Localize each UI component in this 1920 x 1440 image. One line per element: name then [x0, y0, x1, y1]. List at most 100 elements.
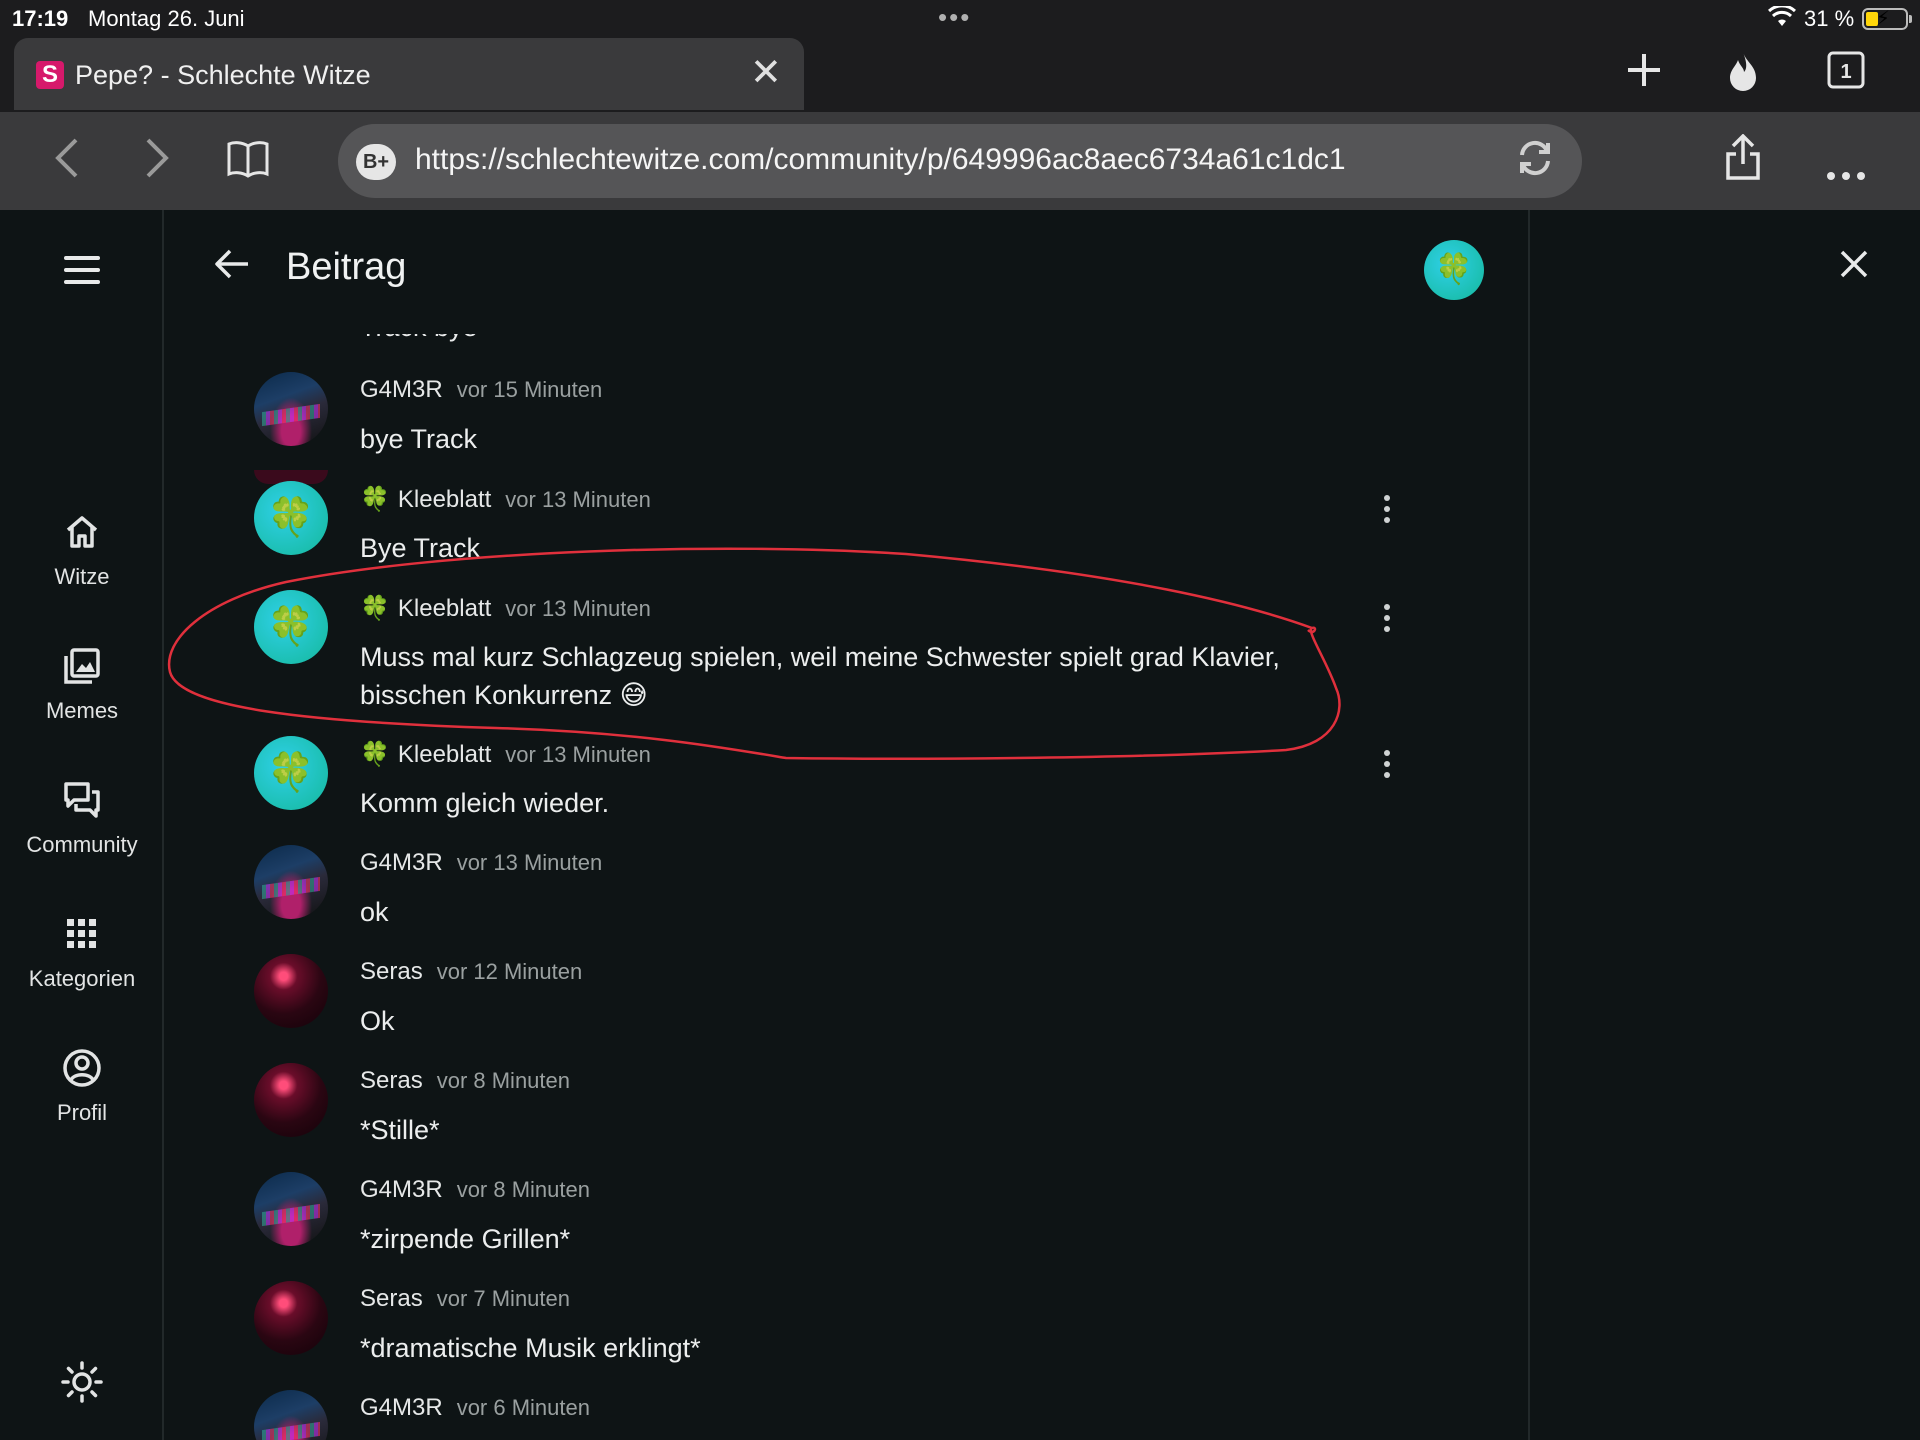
message-author[interactable]: G4M3R [360, 849, 443, 876]
flame-icon[interactable] [1724, 50, 1762, 100]
message-avatar[interactable] [254, 954, 328, 1028]
message-meta: G4M3R vor 15 Minuten [360, 376, 602, 404]
clover-icon: 🍀 [360, 595, 390, 622]
message-meta: 🍀 Kleeblatt vor 13 Minuten [360, 594, 651, 623]
more-options-icon[interactable] [1826, 146, 1866, 190]
bookmarks-book-icon[interactable] [226, 136, 270, 186]
message-author[interactable]: G4M3R [360, 1394, 443, 1421]
message-timestamp: vor 13 Minuten [505, 596, 651, 621]
theme-toggle-sun-icon[interactable] [60, 1360, 104, 1404]
message-meta: G4M3R vor 6 Minuten [360, 1394, 590, 1422]
ios-status-bar: 17:19 Montag 26. Juni ••• 31 % ⚡ [0, 0, 1920, 36]
new-tab-icon[interactable] [1624, 50, 1664, 98]
sidebar-item-community[interactable]: Community [0, 780, 164, 858]
back-arrow-icon[interactable] [214, 248, 250, 280]
multitasking-dots-icon[interactable]: ••• [938, 2, 971, 33]
message-avatar[interactable] [254, 372, 328, 446]
message-author[interactable]: G4M3R [360, 376, 443, 403]
message-author[interactable]: Seras [360, 1285, 423, 1312]
message-avatar[interactable] [254, 845, 328, 919]
hamburger-menu-icon[interactable] [64, 256, 100, 292]
clover-icon: 🍀 [360, 741, 390, 768]
back-chevron-icon[interactable] [52, 136, 82, 188]
message-more-options-icon[interactable] [1384, 604, 1390, 637]
message-author[interactable]: Kleeblatt [398, 741, 491, 768]
sidebar-item-witze[interactable]: Witze [0, 512, 164, 590]
message-timestamp: vor 6 Minuten [456, 1395, 590, 1420]
message-more-options-icon[interactable] [1384, 750, 1390, 783]
left-sidebar: Witze Memes Community Kategorien Profil [0, 210, 164, 1440]
battery-percent: 31 % [1804, 6, 1855, 31]
message-meta: G4M3R vor 8 Minuten [360, 1176, 590, 1204]
message-avatar[interactable]: 🍀 [254, 481, 328, 555]
close-tab-icon[interactable]: ✕ [750, 54, 782, 92]
message-avatar[interactable]: 🍀 [254, 590, 328, 664]
sidebar-item-label: Kategorien [28, 966, 136, 991]
tab-title: Pepe? - Schlechte Witze [75, 60, 371, 90]
sidebar-item-label: Profil [56, 1100, 108, 1125]
message-author[interactable]: Kleeblatt [398, 595, 491, 622]
sidebar-item-kategorien[interactable]: Kategorien [0, 914, 164, 992]
forward-chevron-icon[interactable] [142, 136, 172, 188]
message-text: Ok [360, 1006, 395, 1036]
reload-icon[interactable] [1514, 137, 1556, 189]
message-author[interactable]: Seras [360, 1067, 423, 1094]
sidebar-item-memes[interactable]: Memes [0, 646, 164, 724]
message-timestamp: vor 8 Minuten [456, 1177, 590, 1202]
post-header: Beitrag 🍀 [166, 210, 1528, 306]
status-date: Montag 26. Juni [88, 6, 245, 31]
message-author[interactable]: G4M3R [360, 1176, 443, 1203]
grid-icon [67, 919, 96, 948]
post-detail-panel: Beitrag 🍀 Track bye G4M3R vor 15 Minuten b… [166, 210, 1530, 1440]
message-timestamp: vor 13 Minuten [505, 742, 651, 767]
message-avatar[interactable]: 🍀 [254, 736, 328, 810]
battery-icon: ⚡ [1862, 8, 1912, 30]
tab-count-icon[interactable]: 1 [1826, 50, 1866, 98]
profile-icon [63, 1049, 101, 1087]
wifi-icon [1767, 4, 1797, 34]
message-text: ok [360, 897, 389, 927]
sidebar-item-label: Witze [54, 564, 110, 589]
message-meta: Seras vor 12 Minuten [360, 958, 582, 986]
message-timestamp: vor 15 Minuten [456, 377, 603, 402]
message-avatar[interactable] [254, 1172, 328, 1246]
user-avatar[interactable]: 🍀 [1424, 240, 1484, 300]
message-text: *zirpende Grillen* [360, 1224, 571, 1254]
message-author[interactable]: Kleeblatt [398, 486, 491, 513]
clover-icon: 🍀 [360, 486, 390, 513]
message-text: bye Track [360, 424, 478, 454]
address-bar[interactable]: B+ https://schlechtewitze.com/community/… [338, 124, 1582, 198]
gallery-icon [64, 648, 100, 684]
url-text[interactable]: https://schlechtewitze.com/community/p/6… [415, 143, 1346, 177]
close-panel-icon[interactable] [1838, 248, 1870, 280]
message-timestamp: vor 13 Minuten [456, 850, 603, 875]
message-text: Bye Track [360, 533, 481, 563]
home-icon [66, 516, 98, 548]
message-meta: 🍀 Kleeblatt vor 13 Minuten [360, 485, 651, 514]
message-meta: 🍀 Kleeblatt vor 13 Minuten [360, 740, 651, 769]
message-avatar[interactable] [254, 1390, 328, 1440]
forum-icon [64, 782, 100, 818]
tab-count-value: 1 [1840, 61, 1851, 83]
message-timestamp: vor 8 Minuten [436, 1068, 570, 1093]
message-meta: G4M3R vor 13 Minuten [360, 849, 602, 877]
message-meta: Seras vor 7 Minuten [360, 1285, 570, 1313]
extension-badge[interactable]: B+ [356, 144, 396, 180]
message-timestamp: vor 7 Minuten [436, 1286, 570, 1311]
browser-toolbar: B+ https://schlechtewitze.com/community/… [0, 112, 1920, 210]
message-avatar[interactable] [254, 1063, 328, 1137]
right-panel [1532, 210, 1920, 1440]
sidebar-item-profil[interactable]: Profil [0, 1048, 164, 1126]
message-meta: Seras vor 8 Minuten [360, 1067, 570, 1095]
sidebar-item-label: Memes [45, 698, 119, 723]
share-icon[interactable] [1724, 133, 1762, 188]
message-author[interactable]: Seras [360, 958, 423, 985]
message-text: *dramatische Musik erklingt* [360, 1333, 701, 1363]
browser-tab-active[interactable]: S Pepe? - Schlechte Witze ✕ [14, 38, 804, 110]
message-text: Komm gleich wieder. [360, 788, 610, 818]
browser-tab-bar: S Pepe? - Schlechte Witze ✕ 1 [0, 36, 1920, 112]
message-avatar[interactable] [254, 1281, 328, 1355]
message-more-options-icon[interactable] [1384, 495, 1390, 528]
sidebar-item-label: Community [26, 832, 138, 857]
message-text: *Stille* [360, 1115, 440, 1145]
